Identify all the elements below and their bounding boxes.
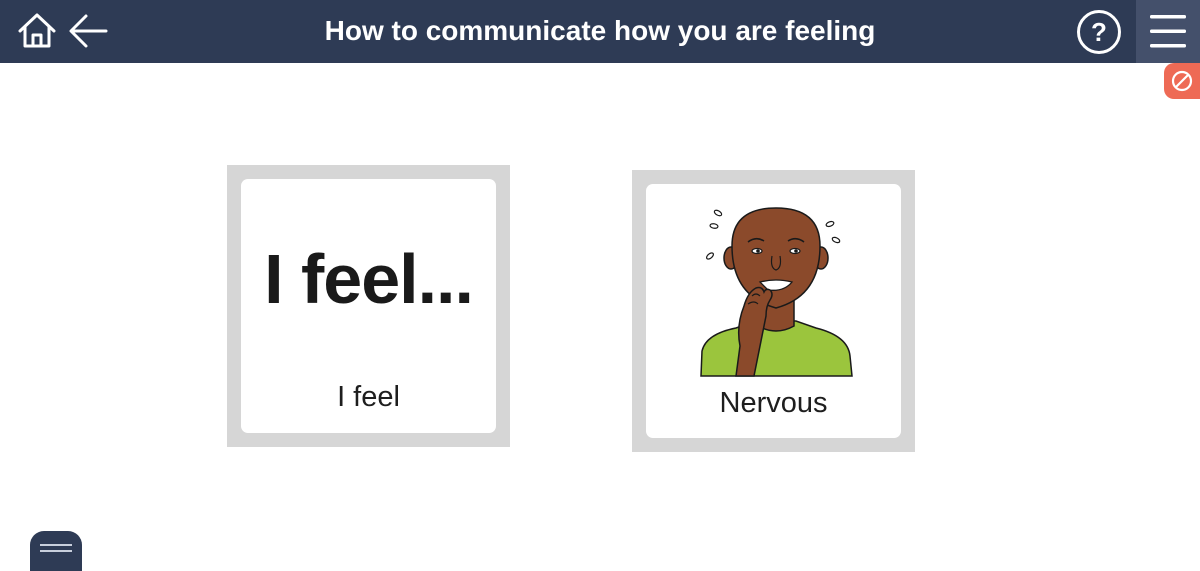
svg-text:?: ?	[1091, 17, 1107, 47]
top-bar: How to communicate how you are feeling ?	[0, 0, 1200, 63]
help-button[interactable]: ?	[1076, 9, 1122, 55]
card-label: I feel	[337, 381, 400, 413]
symbol-text: I feel...	[264, 240, 474, 318]
arrow-left-icon	[69, 14, 108, 48]
back-button[interactable]	[66, 11, 110, 51]
home-icon	[18, 13, 56, 48]
card-face: I feel... I feel	[241, 179, 496, 433]
block-button[interactable]	[1164, 63, 1200, 99]
symbol-card-nervous[interactable]: Nervous	[632, 170, 915, 452]
drawer-handle-icon	[40, 544, 72, 552]
hamburger-menu-icon	[1150, 15, 1186, 48]
home-button[interactable]	[16, 11, 58, 51]
card-face: Nervous	[646, 184, 901, 438]
page-title: How to communicate how you are feeling	[324, 15, 876, 46]
block-icon	[1171, 70, 1193, 92]
bottom-drawer-tab[interactable]	[30, 531, 82, 571]
nervous-person-icon	[700, 207, 853, 377]
menu-button[interactable]	[1136, 0, 1200, 63]
symbol-card-i-feel[interactable]: I feel... I feel	[227, 165, 510, 447]
question-circle-icon: ?	[1077, 10, 1121, 54]
card-label: Nervous	[719, 387, 828, 419]
